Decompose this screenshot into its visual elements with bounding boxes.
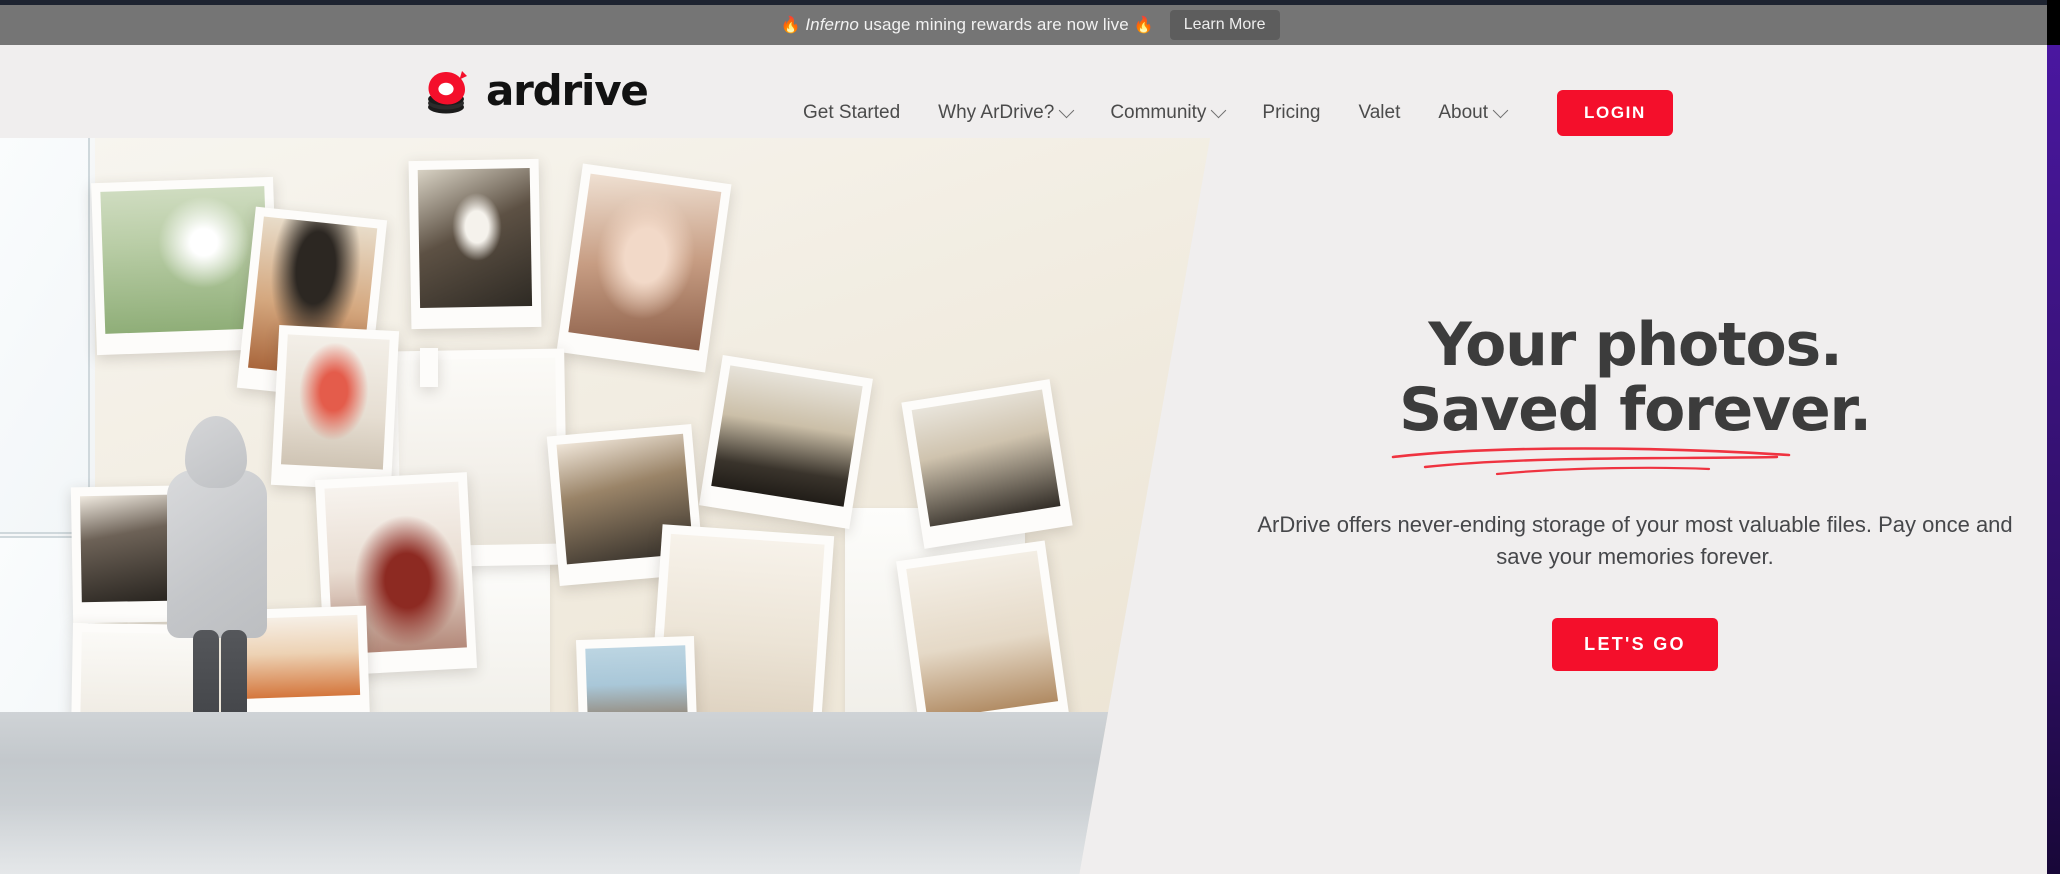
nav-item-community[interactable]: Community [1091, 102, 1243, 124]
chevron-down-icon [1492, 102, 1509, 118]
photo-mountain [699, 355, 873, 529]
site-header: ardrive Get Started Why ArDrive? Communi… [0, 45, 2060, 138]
person-body [167, 470, 267, 638]
lets-go-button[interactable]: LET'S GO [1552, 617, 1718, 671]
nav-item-pricing[interactable]: Pricing [1243, 102, 1339, 124]
person-hood [185, 416, 247, 488]
photo-beach-couple [420, 348, 438, 387]
hero-gallery-image [0, 138, 1210, 874]
photo-image [568, 173, 722, 351]
photo-image [280, 334, 390, 470]
nav-label: Pricing [1262, 102, 1321, 123]
nav-label: Why ArDrive? [938, 102, 1055, 123]
hero-section: Your photos. Saved forever. ArDrive offe… [0, 138, 2060, 874]
hero-title-line1: Your photos. [1428, 310, 1842, 380]
photo-coffee-man [408, 158, 542, 330]
chevron-down-icon [1059, 102, 1075, 118]
nav-label: About [1438, 102, 1489, 123]
announcement-text: 🔥 Inferno usage mining rewards are now l… [780, 15, 1153, 35]
hero-title: Your photos. Saved forever. [1391, 310, 1872, 475]
hero-title-line2-wrap: Saved forever. [1391, 374, 1872, 475]
right-edge-purple-strip[interactable] [2047, 45, 2060, 874]
login-button[interactable]: LOGIN [1557, 90, 1673, 136]
fire-icon-left: 🔥 [780, 17, 801, 34]
announcement-brand: Inferno [805, 15, 859, 34]
learn-more-button[interactable]: Learn More [1169, 9, 1280, 41]
nav-label: Get Started [803, 102, 901, 123]
hero-subtitle: ArDrive offers never-ending storage of y… [1257, 511, 2013, 570]
glass-panel-upper [0, 138, 90, 534]
announcement-message: usage mining rewards are now live [858, 15, 1134, 34]
hero-copy: Your photos. Saved forever. ArDrive offe… [1210, 138, 2060, 874]
photo-ice-cream [270, 324, 400, 492]
logo-wordmark: ardrive [486, 66, 649, 115]
chevron-down-icon [1211, 102, 1227, 118]
logo-link[interactable]: ardrive [424, 66, 649, 115]
fire-icon-right: 🔥 [1133, 17, 1154, 34]
nav-label: Community [1110, 102, 1207, 123]
nav-item-about[interactable]: About [1419, 102, 1525, 124]
right-edge-top-black [2047, 0, 2060, 45]
nav-label: Valet [1358, 102, 1401, 123]
photo-image [711, 365, 863, 507]
photo-far-right [901, 379, 1073, 549]
main-navigation: Get Started Why ArDrive? Community Prici… [784, 90, 1673, 136]
photo-image [417, 168, 533, 308]
nav-item-why-ardrive[interactable]: Why ArDrive? [919, 102, 1091, 124]
ardrive-disc-logo-icon [424, 67, 476, 115]
photo-image [906, 550, 1059, 720]
photo-image [911, 389, 1061, 527]
hero-underline-swoosh-icon [1391, 446, 1791, 475]
nav-item-valet[interactable]: Valet [1339, 102, 1419, 124]
gallery-floor-reflection [0, 804, 1210, 874]
announcement-banner: 🔥 Inferno usage mining rewards are now l… [0, 5, 2060, 45]
nav-item-get-started[interactable]: Get Started [784, 102, 919, 124]
photo-friends-kiss [556, 163, 732, 373]
page-viewport: 🔥 Inferno usage mining rewards are now l… [0, 0, 2060, 874]
hero-title-line2: Saved forever. [1399, 374, 1872, 445]
